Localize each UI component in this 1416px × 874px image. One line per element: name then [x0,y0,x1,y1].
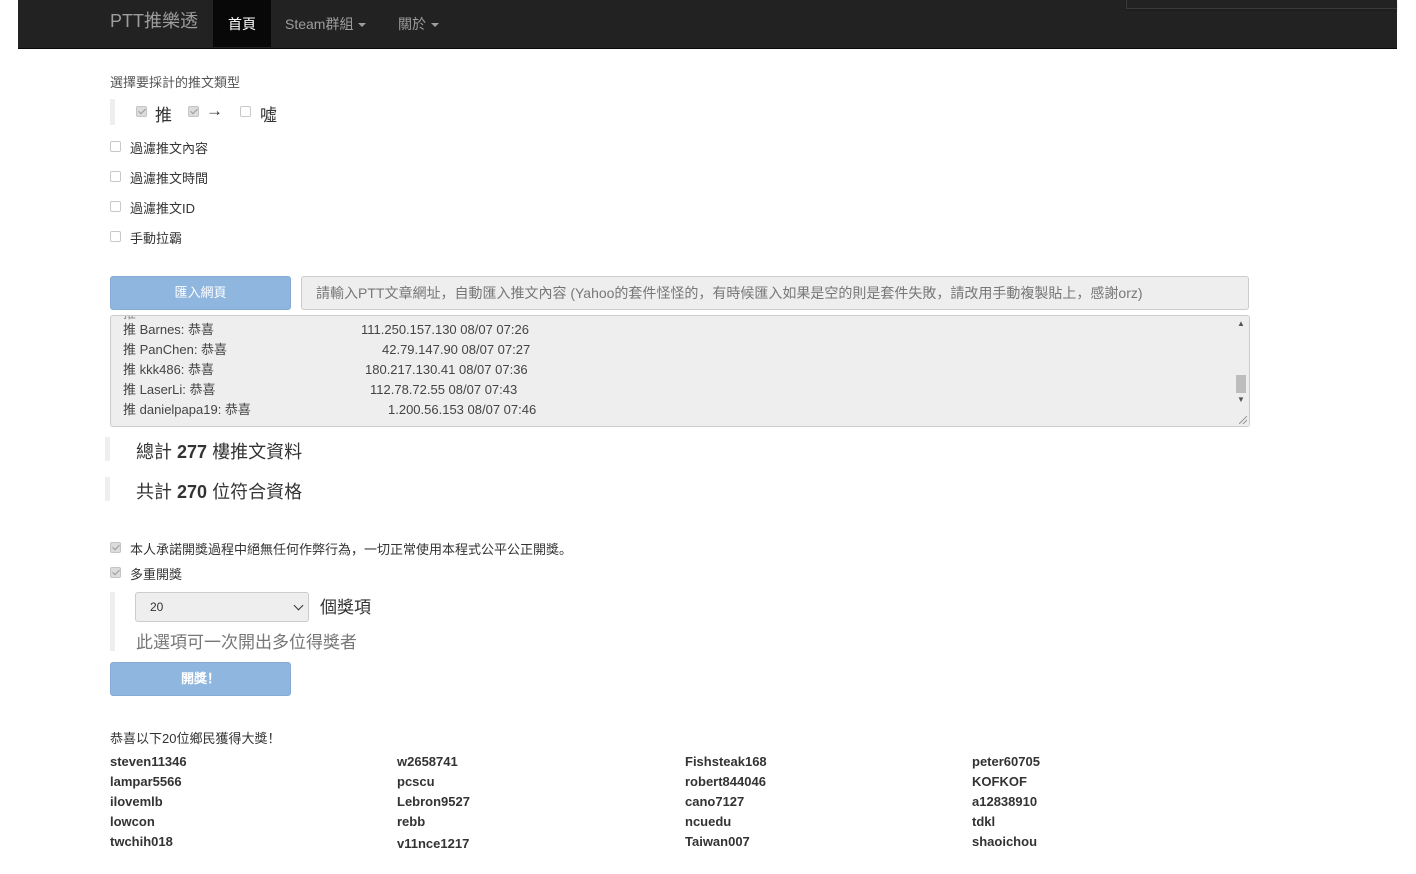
filter-time-label: 過濾推文時間 [130,171,209,186]
type-checkbox-arrow[interactable] [188,106,199,117]
url-input-placeholder: 請輸入PTT文章網址，自動匯入推文內容 (Yahoo的套件怪怪的，有時候匯入如果… [316,285,1143,301]
multi-draw-label: 多重開獎 [130,567,183,582]
prize-count-select[interactable]: 20 [135,592,309,622]
push-line: 推 LaserLi: 恭喜 [123,382,216,397]
prize-count-value: 20 [150,600,164,614]
quote-bar [105,477,110,501]
nav-about-dropdown[interactable]: 關於 [398,14,439,34]
winner-name: cano7127 [685,794,745,809]
winner-name: lowcon [110,814,155,829]
push-line: 推 PanChen: 恭喜 [123,342,228,357]
quote-bar [105,437,110,461]
winner-name: rebb [397,814,426,829]
filter-time-checkbox[interactable] [110,171,121,182]
caret-down-icon [358,23,367,28]
nav-steam-dropdown[interactable]: Steam群組 [285,14,367,34]
results-heading: 恭喜以下20位鄉民獲得大獎！ [110,731,281,746]
type-label-boo: 噓 [260,106,277,125]
push-textarea[interactable]: 推 · 推 Barnes: 恭喜 111.250.157.130 08/07 0… [110,315,1250,427]
chevron-down-icon [293,600,304,611]
caret-down-icon [431,23,439,28]
winner-name: shaoichou [972,834,1038,849]
total-push-stat: 總計 277 樓推文資料 [136,442,303,462]
manual-slot-checkbox[interactable] [110,231,121,242]
push-meta: 112.78.72.55 08/07 07:43 [370,382,518,397]
dropdown-panel [1126,0,1397,9]
type-label-push: 推 [155,106,172,125]
scroll-down-arrow-icon[interactable]: ▼ [1237,395,1245,404]
push-line: 推 danielpapa19: 恭喜 [123,402,251,417]
scroll-up-arrow-icon[interactable]: ▲ [1237,319,1245,328]
winner-name: Fishsteak168 [685,754,767,769]
push-meta: 180.217.130.41 08/07 07:36 [365,362,528,377]
pledge-label: 本人承諾開獎過程中絕無任何作弊行為，一切正常使用本程式公平公正開獎。 [130,542,573,557]
eligible-count: 270 [177,482,208,502]
winner-name: steven11346 [110,754,187,769]
winner-name: KOFKOF [972,774,1027,789]
winner-name: w2658741 [397,754,458,769]
winner-name: Taiwan007 [685,834,750,849]
resize-handle-icon[interactable] [1239,416,1247,424]
filter-content-checkbox[interactable] [110,141,121,152]
draw-button[interactable]: 開獎！ [110,662,291,696]
multi-draw-checkbox[interactable] [110,567,121,578]
winner-name: twchih018 [110,834,173,849]
nav-about-label: 關於 [398,16,426,32]
nav-steam-label: Steam群組 [285,16,354,32]
winner-name: tdkl [972,814,996,829]
winner-name: ilovemlb [110,794,163,809]
quote-bar [110,592,115,651]
winner-name: ncuedu [685,814,732,829]
push-meta: 111.250.157.130 08/07 07:26 [361,322,529,337]
filter-id-label: 過濾推文ID [130,201,196,216]
winner-name: peter60705 [972,754,1040,769]
push-meta: 1.200.56.153 08/07 07:46 [388,402,537,417]
winner-name: robert844046 [685,774,766,789]
type-label-arrow: → [206,101,223,120]
winner-name: Lebron9527 [397,794,470,809]
prize-help-text: 此選項可一次開出多位得獎者 [136,633,357,652]
manual-slot-label: 手動拉霸 [130,231,183,246]
eligible-stat: 共計 270 位符合資格 [136,482,303,502]
nav-home-label: 首頁 [228,16,256,32]
brand-logo[interactable]: PTT推樂透 [110,10,198,32]
import-button[interactable]: 匯入網頁 [110,276,291,310]
winner-name: lampar5566 [110,774,182,789]
type-checkbox-push[interactable] [136,106,147,117]
scroll-thumb[interactable] [1236,375,1246,393]
winner-name: a12838910 [972,794,1038,809]
textarea-scrollbar[interactable]: ▲ ▼ [1232,316,1249,426]
push-line: 推 Barnes: 恭喜 [123,322,215,337]
prize-unit-label: 個獎項 [320,598,371,617]
total-count: 277 [177,442,208,462]
url-input[interactable]: 請輸入PTT文章網址，自動匯入推文內容 (Yahoo的套件怪怪的，有時候匯入如果… [301,276,1249,310]
type-select-label: 選擇要採計的推文類型 [110,75,241,90]
filter-id-checkbox[interactable] [110,201,121,212]
push-meta: 42.79.147.90 08/07 07:27 [382,342,531,357]
push-line: 推 kkk486: 恭喜 [123,362,215,377]
pledge-checkbox[interactable] [110,542,121,553]
quote-bar [110,99,115,125]
filter-content-label: 過濾推文內容 [130,141,209,156]
type-checkbox-boo[interactable] [240,106,251,117]
nav-home[interactable]: 首頁 [213,0,271,47]
winner-name: pcscu [397,774,435,789]
winner-name: v11nce1217 [397,836,470,851]
